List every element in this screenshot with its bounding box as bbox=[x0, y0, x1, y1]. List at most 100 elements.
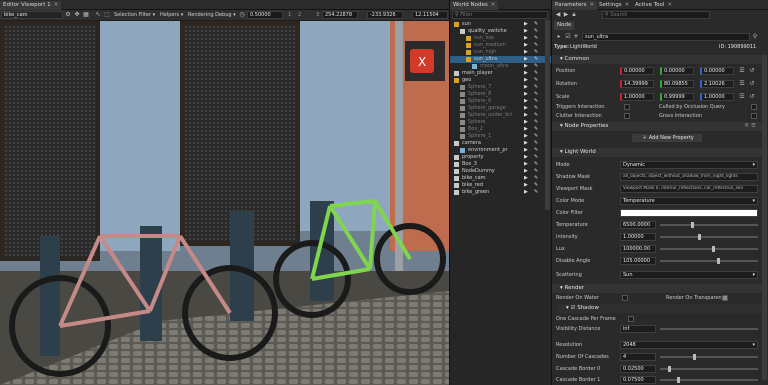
visibility-icon[interactable]: ▶ bbox=[524, 133, 528, 140]
visibility-distance-slider[interactable] bbox=[660, 328, 758, 330]
visibility-icon[interactable]: ▶ bbox=[524, 126, 528, 133]
slider-handle[interactable] bbox=[698, 234, 701, 240]
disable-angle-slider[interactable] bbox=[660, 258, 758, 264]
slider-handle[interactable] bbox=[667, 366, 671, 372]
visibility-icon[interactable]: ▶ bbox=[524, 154, 528, 161]
edit-icon[interactable]: ✎ bbox=[534, 63, 538, 70]
slider-handle[interactable] bbox=[712, 246, 716, 252]
edit-icon[interactable]: ✎ bbox=[534, 49, 538, 56]
cursor-icon[interactable]: ↖ bbox=[94, 11, 102, 19]
tree-node[interactable]: environment_pr ▶ ✎ bbox=[450, 147, 552, 154]
section-common[interactable]: ▾ Common bbox=[552, 55, 762, 64]
edit-icon[interactable]: ✎ bbox=[534, 42, 538, 49]
selection-filter-button[interactable]: Selection Filter ▾ bbox=[114, 11, 155, 19]
tree-node[interactable]: Sphere_7 ▶ ✎ bbox=[450, 84, 552, 91]
visibility-icon[interactable]: ▶ bbox=[524, 175, 528, 182]
tree-node[interactable]: sun_high ▶ ✎ bbox=[450, 49, 552, 56]
tab-active-tool[interactable]: Active Tool ✕ bbox=[632, 1, 675, 10]
edit-icon[interactable]: ✎ bbox=[534, 189, 538, 196]
helpers-button[interactable]: Helpers ▾ bbox=[160, 11, 183, 19]
rendering-debug-button[interactable]: Rendering Debug ▾ bbox=[188, 11, 236, 19]
grass-interaction-checkbox[interactable] bbox=[751, 113, 757, 119]
checkbox-checked-icon[interactable]: ☑ bbox=[571, 305, 576, 311]
tree-node[interactable]: Sphere_garage ▶ ✎ bbox=[450, 105, 552, 112]
rotation-y-input[interactable]: 80.09855 bbox=[660, 80, 694, 88]
close-icon[interactable]: ✕ bbox=[491, 2, 496, 8]
visibility-icon[interactable]: ▶ bbox=[524, 63, 528, 70]
tree-node[interactable]: Sphere ▶ ✎ bbox=[450, 119, 552, 126]
position-z-field[interactable]: 12.11504 bbox=[412, 11, 448, 19]
edit-icon[interactable]: ✎ bbox=[534, 182, 538, 189]
position-y-input[interactable]: 0.00000 bbox=[660, 67, 694, 75]
shadow-mask-field[interactable]: all_objects, object_without_shadow_from_… bbox=[620, 173, 758, 181]
tab-parameters[interactable]: Parameters ✕ bbox=[552, 1, 598, 10]
visibility-icon[interactable]: ▶ bbox=[524, 119, 528, 126]
tree-node[interactable]: Sphere_6 ▶ ✎ bbox=[450, 98, 552, 105]
tab-world-nodes[interactable]: World Nodes ✕ bbox=[450, 1, 499, 10]
lux-input[interactable]: 100000.00 bbox=[620, 245, 656, 253]
lock-icon[interactable]: 🔒︎ bbox=[570, 11, 578, 19]
render-on-water-checkbox[interactable] bbox=[622, 295, 628, 301]
close-icon[interactable]: ✕ bbox=[667, 2, 672, 8]
slider-handle[interactable] bbox=[693, 354, 697, 360]
edit-icon[interactable]: ✎ bbox=[534, 168, 538, 175]
node-name-field[interactable]: sun_ultra bbox=[582, 33, 750, 41]
cursor-icon[interactable]: ▸ bbox=[555, 33, 563, 41]
checkbox-enabled-icon[interactable]: ☑ bbox=[564, 33, 572, 41]
resolution-select[interactable]: 2048 ▾ bbox=[620, 341, 758, 349]
num-cascades-slider[interactable] bbox=[660, 354, 758, 360]
select-icon[interactable]: ⬚ bbox=[103, 11, 111, 19]
edit-icon[interactable]: ✎ bbox=[534, 21, 538, 28]
list-icon[interactable]: ☰ bbox=[738, 67, 746, 75]
intensity-input[interactable]: 1.00000 bbox=[620, 233, 656, 241]
visibility-icon[interactable]: ▶ bbox=[524, 77, 528, 84]
visibility-icon[interactable]: ▶ bbox=[524, 35, 528, 42]
scale-z-input[interactable]: 1.00000 bbox=[700, 93, 734, 101]
visibility-icon[interactable]: ▶ bbox=[524, 147, 528, 154]
mode-select[interactable]: Dynamic ▾ bbox=[620, 161, 758, 169]
visibility-icon[interactable]: ▶ bbox=[524, 140, 528, 147]
world-nodes-filter-input[interactable]: ⚲ Filter bbox=[452, 11, 548, 19]
world-nodes-scrollbar[interactable] bbox=[545, 20, 550, 210]
tree-node[interactable]: main_player ▶ ✎ bbox=[450, 70, 552, 77]
color-filter-swatch[interactable] bbox=[620, 209, 758, 217]
close-icon[interactable]: ✕ bbox=[589, 2, 594, 8]
edit-icon[interactable]: ✎ bbox=[534, 133, 538, 140]
tree-node[interactable]: bike_green ▶ ✎ bbox=[450, 189, 552, 196]
visibility-icon[interactable]: ▶ bbox=[524, 56, 528, 63]
clutter-interaction-checkbox[interactable] bbox=[624, 113, 630, 119]
rotation-x-input[interactable]: 14.39999 bbox=[620, 80, 654, 88]
visibility-icon[interactable]: ▶ bbox=[524, 91, 528, 98]
visibility-icon[interactable]: ▶ bbox=[524, 182, 528, 189]
tree-node[interactable]: Box_3 ▶ ✎ bbox=[450, 161, 552, 168]
edit-icon[interactable]: ✎ bbox=[534, 112, 538, 119]
intensity-slider[interactable] bbox=[660, 234, 758, 240]
edit-icon[interactable]: ✎ bbox=[534, 35, 538, 42]
edit-icon[interactable]: ✎ bbox=[534, 147, 538, 154]
grid-icon[interactable]: ▦ bbox=[82, 11, 90, 19]
edit-icon[interactable]: ✎ bbox=[534, 56, 538, 63]
tree-node[interactable]: moon_ultra ▶ ✎ bbox=[450, 63, 552, 70]
scale-y-input[interactable]: 0.99999 bbox=[660, 93, 694, 101]
viewport-canvas[interactable]: X bbox=[0, 21, 449, 385]
visibility-icon[interactable]: ▶ bbox=[524, 70, 528, 77]
gear-icon[interactable]: ⚙ bbox=[64, 11, 72, 19]
position-x-input[interactable]: 0.00000 bbox=[620, 67, 654, 75]
visibility-icon[interactable]: ▶ bbox=[524, 28, 528, 35]
slider-handle[interactable] bbox=[691, 222, 695, 228]
edit-icon[interactable]: ✎ bbox=[534, 84, 538, 91]
tree-node[interactable]: property ▶ ✎ bbox=[450, 154, 552, 161]
tree-node[interactable]: NodeDummy ▶ ✎ bbox=[450, 168, 552, 175]
section-shadow[interactable]: ▾ ☑ Shadow bbox=[558, 304, 762, 313]
scattering-select[interactable]: Sun ▾ bbox=[620, 271, 758, 279]
cascade-1-slider[interactable] bbox=[660, 377, 758, 383]
cascade-0-input[interactable]: 0.02500 bbox=[620, 365, 656, 373]
scale-x-input[interactable]: 1.00000 bbox=[620, 93, 654, 101]
edit-icon[interactable]: ✎ bbox=[534, 70, 538, 77]
visibility-icon[interactable]: ▶ bbox=[524, 112, 528, 119]
close-icon[interactable]: ✕ bbox=[54, 2, 59, 8]
cascade-1-input[interactable]: 0.07500 bbox=[620, 376, 656, 384]
add-property-button[interactable]: ＋ Add New Property bbox=[632, 134, 702, 142]
camera-select[interactable]: bike_cam bbox=[1, 11, 63, 19]
one-cascade-checkbox[interactable] bbox=[628, 316, 634, 322]
